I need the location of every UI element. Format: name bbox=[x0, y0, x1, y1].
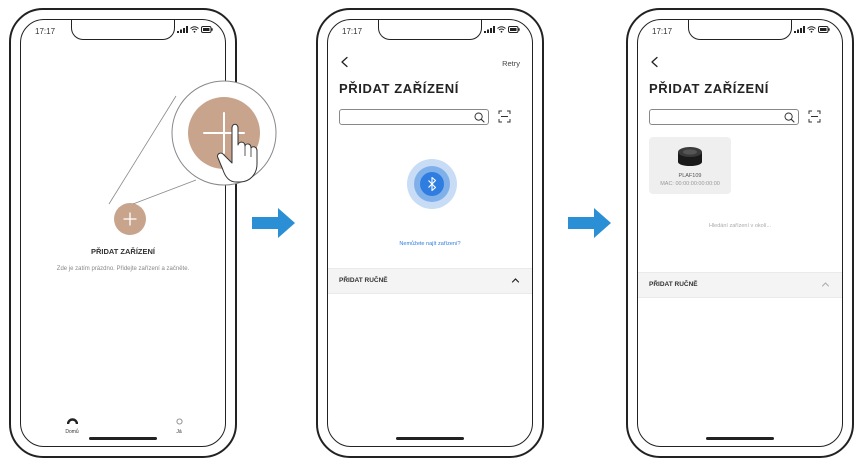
chevron-up-icon bbox=[822, 282, 829, 287]
status-icons bbox=[484, 26, 520, 33]
phone-frame-1: 17:17 PŘIDAT ZAŘÍZENÍ Zde je zatím prázd… bbox=[9, 8, 237, 458]
device-mac: MAC: 00:00:00:00:00:00 bbox=[660, 181, 720, 187]
battery-icon bbox=[818, 26, 830, 33]
flow-arrow-1 bbox=[252, 208, 295, 238]
tab-me[interactable]: Já bbox=[164, 417, 194, 435]
tab-me-label: Já bbox=[176, 429, 182, 435]
notch bbox=[71, 20, 175, 40]
wifi-icon bbox=[497, 26, 506, 33]
battery-icon bbox=[508, 26, 520, 33]
plus-icon bbox=[123, 212, 137, 226]
home-indicator bbox=[706, 437, 774, 440]
status-time: 17:17 bbox=[35, 27, 56, 36]
wifi-icon bbox=[190, 26, 199, 33]
tab-home-label: Domů bbox=[65, 429, 79, 435]
signal-icon bbox=[794, 26, 805, 33]
home-indicator bbox=[396, 437, 464, 440]
search-input[interactable] bbox=[339, 109, 489, 125]
notch bbox=[378, 20, 482, 40]
user-icon bbox=[175, 418, 183, 425]
status-time: 17:17 bbox=[652, 27, 673, 36]
searching-status: Hledání zařízení v okolí... bbox=[708, 223, 772, 229]
home-indicator bbox=[89, 437, 157, 440]
device-found-screen: 17:17 PŘIDAT ZAŘÍZENÍ PLAF109 MAC: 00:00… bbox=[637, 19, 843, 447]
retry-button[interactable]: Retry bbox=[502, 59, 520, 68]
add-device-button[interactable] bbox=[114, 203, 146, 235]
chevron-up-icon bbox=[511, 278, 520, 283]
wifi-icon bbox=[807, 26, 816, 33]
empty-state-text: Zde je zatím prázdno. Přidejte zařízení … bbox=[56, 266, 190, 272]
back-icon[interactable] bbox=[339, 56, 351, 68]
manual-add-label: PŘIDAT RUČNĚ bbox=[649, 281, 698, 288]
scan-icon[interactable] bbox=[498, 110, 511, 123]
scan-icon[interactable] bbox=[808, 110, 821, 123]
cant-find-device-link[interactable]: Nemůžete najít zařízení? bbox=[328, 241, 532, 247]
manual-add-section[interactable]: PŘIDAT RUČNĚ bbox=[638, 272, 842, 298]
search-icon bbox=[474, 112, 485, 123]
flow-arrow-2 bbox=[568, 208, 611, 238]
manual-add-label: PŘIDAT RUČNĚ bbox=[339, 277, 388, 284]
status-time: 17:17 bbox=[342, 27, 363, 36]
battery-icon bbox=[201, 26, 213, 33]
bluetooth-scan-indicator bbox=[407, 159, 457, 209]
home-screen: 17:17 PŘIDAT ZAŘÍZENÍ Zde je zatím prázd… bbox=[20, 19, 226, 447]
phone-frame-2: 17:17 Retry PŘIDAT ZAŘÍZENÍ Nemůžete naj… bbox=[316, 8, 544, 458]
add-device-title: PŘIDAT ZAŘÍZENÍ bbox=[90, 247, 156, 256]
speaker-device-icon bbox=[678, 147, 702, 166]
signal-icon bbox=[177, 26, 188, 33]
page-title: PŘIDAT ZAŘÍZENÍ bbox=[649, 81, 769, 96]
status-icons bbox=[794, 26, 830, 33]
device-card[interactable]: PLAF109 MAC: 00:00:00:00:00:00 bbox=[649, 137, 731, 194]
search-icon bbox=[784, 112, 795, 123]
signal-icon bbox=[484, 26, 495, 33]
device-name: PLAF109 bbox=[678, 173, 702, 179]
home-icon bbox=[66, 418, 78, 425]
manual-add-section[interactable]: PŘIDAT RUČNĚ bbox=[328, 268, 532, 294]
searching-screen: 17:17 Retry PŘIDAT ZAŘÍZENÍ Nemůžete naj… bbox=[327, 19, 533, 447]
search-input[interactable] bbox=[649, 109, 799, 125]
back-icon[interactable] bbox=[649, 56, 661, 68]
bluetooth-icon bbox=[428, 176, 437, 192]
page-title: PŘIDAT ZAŘÍZENÍ bbox=[339, 81, 459, 96]
phone-frame-3: 17:17 PŘIDAT ZAŘÍZENÍ PLAF109 MAC: 00:00… bbox=[626, 8, 854, 458]
tab-home[interactable]: Domů bbox=[57, 417, 87, 435]
notch bbox=[688, 20, 792, 40]
status-icons bbox=[177, 26, 213, 33]
